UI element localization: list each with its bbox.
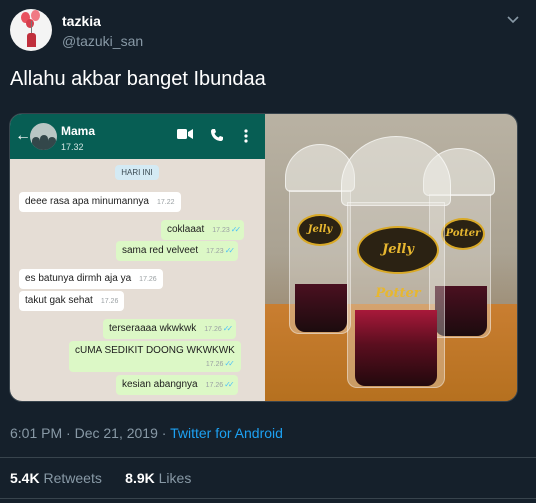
- chat-message: kesian abangnya 17.26✓✓: [116, 375, 238, 395]
- read-receipt-icon: ✓✓: [224, 246, 236, 255]
- chat-message: terseraaaa wkwkwk 17.26✓✓: [103, 319, 237, 339]
- read-receipt-icon: ✓✓: [224, 380, 235, 389]
- divider: [0, 457, 536, 458]
- tweet-meta: 6:01 PM · Dec 21, 2019 · Twitter for And…: [10, 425, 283, 441]
- drink-photo: Jelly Potter Jelly Potter: [265, 114, 517, 401]
- retweets-stat[interactable]: 5.4K Retweets: [10, 470, 102, 486]
- whatsapp-screenshot: ← Mama 17.32 HARI INI deee rasa apa minu…: [10, 114, 265, 401]
- phone-icon: [211, 129, 223, 141]
- chat-day-label: HARI INI: [115, 165, 159, 180]
- tweet-text: Allahu akbar banget Ibundaa: [10, 68, 266, 90]
- cup-logo: Jelly: [297, 214, 343, 246]
- chat-header: ← Mama 17.32: [10, 114, 265, 159]
- divider: [0, 498, 536, 499]
- chat-message: coklaaat 17.23✓✓: [161, 220, 245, 240]
- tweet-media[interactable]: ← Mama 17.32 HARI INI deee rasa apa minu…: [9, 113, 518, 402]
- likes-stat[interactable]: 8.9K Likes: [125, 470, 191, 486]
- contact-avatar: [30, 123, 57, 150]
- avatar-balloon-icon-3: [26, 19, 34, 28]
- chat-last-seen: 17.32: [61, 142, 84, 152]
- user-handle[interactable]: @tazuki_san: [62, 33, 143, 49]
- read-receipt-icon: ✓✓: [224, 359, 235, 368]
- meta-separator: ·: [62, 425, 75, 441]
- tweet-date[interactable]: Dec 21, 2019: [75, 425, 158, 441]
- more-vertical-icon: [244, 129, 248, 143]
- chevron-down-icon[interactable]: [505, 14, 521, 26]
- chat-contact-name: Mama: [61, 124, 96, 138]
- tweet-source-link[interactable]: Twitter for Android: [170, 425, 283, 441]
- tweet-time[interactable]: 6:01 PM: [10, 425, 62, 441]
- chat-message: deee rasa apa minumannya 17.22: [19, 192, 181, 212]
- cup-logo-front: Jelly Potter: [357, 226, 439, 301]
- chat-message: es batunya dirmh aja ya 17.26: [19, 269, 163, 289]
- chat-message: sama red velveet 17.23✓✓: [116, 241, 239, 261]
- chat-message: takut gak sehat 17.26: [19, 291, 125, 311]
- avatar[interactable]: [10, 9, 52, 51]
- read-receipt-icon: ✓✓: [222, 324, 234, 333]
- video-call-icon: [177, 129, 193, 139]
- read-receipt-icon: ✓✓: [230, 225, 242, 234]
- tweet-stats: 5.4K Retweets 8.9K Likes: [10, 470, 191, 486]
- user-name[interactable]: tazkia: [62, 13, 101, 29]
- avatar-balloon-string: [31, 21, 32, 33]
- meta-separator: ·: [157, 425, 171, 441]
- avatar-figure: [27, 33, 36, 47]
- cup-logo: Potter: [441, 218, 485, 250]
- chat-message: cUMA SEDIKIT DOONG WKWKWK 17.26✓✓: [69, 341, 241, 372]
- back-arrow-icon: ←: [15, 127, 31, 144]
